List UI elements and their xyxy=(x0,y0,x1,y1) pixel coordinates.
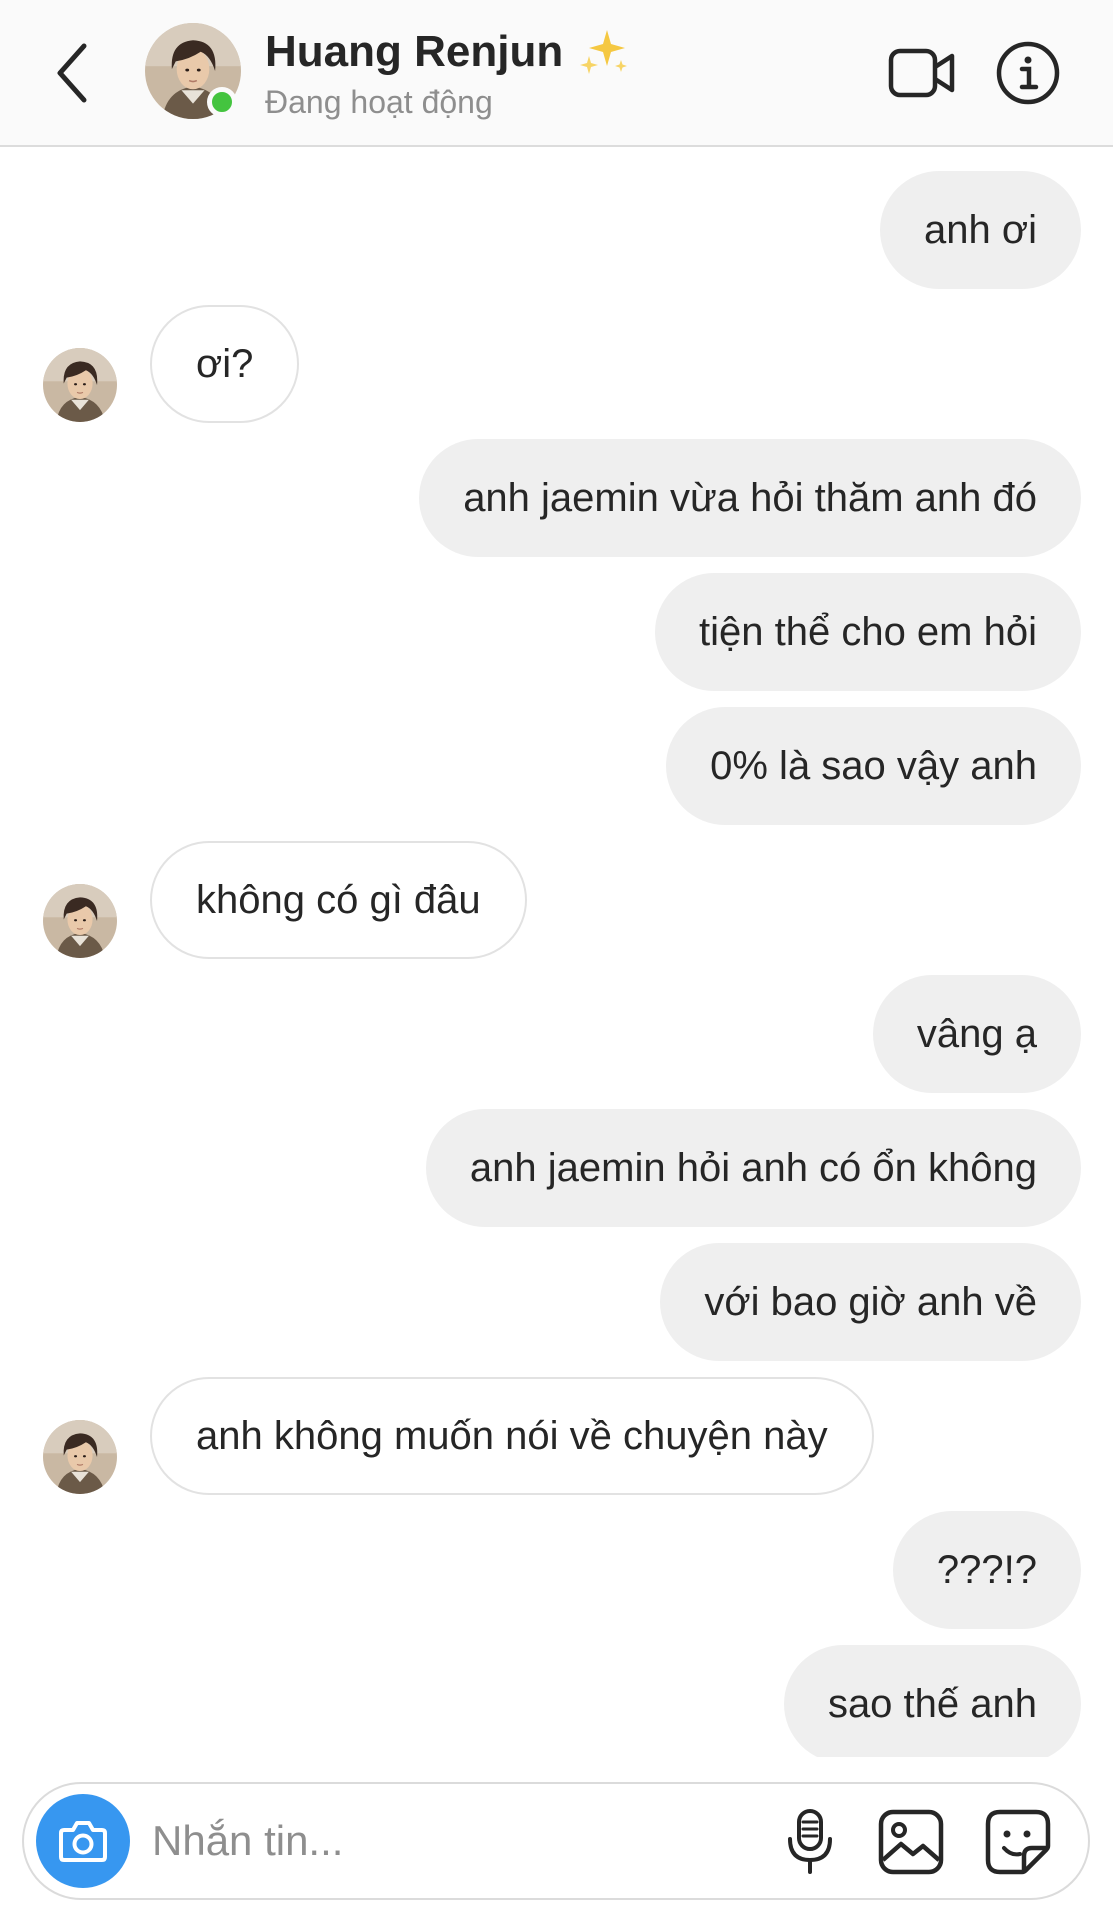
active-status: Đang hoạt động xyxy=(265,84,493,120)
outgoing-message[interactable]: tiện thể cho em hỏi xyxy=(655,573,1081,691)
outgoing-message[interactable]: vâng ạ xyxy=(872,975,1081,1093)
voice-message-button[interactable] xyxy=(784,1808,836,1876)
outgoing-message[interactable]: với bao giờ anh về xyxy=(660,1243,1081,1361)
chat-header: Huang Renjun Đang hoạt động xyxy=(0,0,1113,147)
back-button[interactable] xyxy=(48,36,98,110)
gallery-button[interactable] xyxy=(877,1808,945,1876)
outgoing-message[interactable]: ???!? xyxy=(892,1511,1081,1629)
sender-avatar[interactable] xyxy=(43,348,117,422)
online-status-dot xyxy=(207,87,237,117)
outgoing-message[interactable]: anh jaemin hỏi anh có ổn không xyxy=(425,1109,1081,1227)
sparkles-icon xyxy=(580,30,628,74)
info-button[interactable] xyxy=(995,40,1061,106)
video-call-button[interactable] xyxy=(888,46,956,100)
microphone-icon xyxy=(788,1809,832,1874)
contact-name-row[interactable]: Huang Renjun xyxy=(265,26,629,78)
camera-button[interactable] xyxy=(36,1794,130,1888)
incoming-message[interactable]: ơi? xyxy=(150,305,300,423)
sticker-icon xyxy=(985,1809,1051,1875)
outgoing-message[interactable]: 0% là sao vậy anh xyxy=(666,707,1081,825)
contact-name: Huang Renjun xyxy=(265,27,564,76)
video-camera-icon xyxy=(888,48,955,98)
sticker-button[interactable] xyxy=(984,1808,1052,1876)
outgoing-message[interactable]: sao thế anh xyxy=(783,1645,1081,1757)
camera-icon xyxy=(59,1821,107,1862)
info-icon xyxy=(996,41,1060,105)
message-input[interactable] xyxy=(152,1804,632,1878)
message-thread[interactable]: anh ơi ơi? anh jaemin vừa hỏi thăm anh đ… xyxy=(0,147,1113,1757)
chevron-left-icon xyxy=(57,43,87,103)
message-composer xyxy=(22,1782,1090,1900)
sender-avatar[interactable] xyxy=(43,1420,117,1494)
outgoing-message[interactable]: anh ơi xyxy=(880,171,1081,289)
incoming-message[interactable]: anh không muốn nói về chuyện này xyxy=(150,1377,874,1495)
outgoing-message[interactable]: anh jaemin vừa hỏi thăm anh đó xyxy=(419,439,1081,557)
sender-avatar[interactable] xyxy=(43,884,117,958)
gallery-icon xyxy=(878,1809,944,1875)
incoming-message[interactable]: không có gì đâu xyxy=(150,841,527,959)
